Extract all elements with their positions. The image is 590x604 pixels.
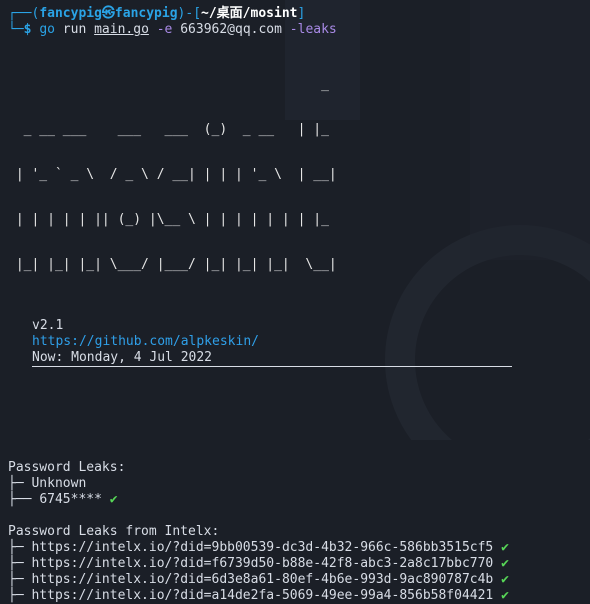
tree-prefix: ├─ bbox=[8, 476, 32, 491]
intelx-link[interactable]: https://intelx.io/?did=f6739d50-b88e-42f… bbox=[31, 556, 493, 571]
prompt-corner-top: ┌──( bbox=[8, 6, 40, 21]
check-icon: ✔ bbox=[501, 588, 509, 603]
terminal-window[interactable]: ┌──(fancypig㉿fancypig)-[~/桌面/mosint] └─$… bbox=[0, 0, 590, 603]
list-item: ├─ https://intelx.io/?did=a14de2fa-5069-… bbox=[8, 588, 582, 604]
command-flag-leaks: -leaks bbox=[289, 22, 337, 37]
prompt-line-1: ┌──(fancypig㉿fancypig)-[~/桌面/mosint] bbox=[8, 6, 582, 22]
check-icon: ✔ bbox=[501, 556, 509, 571]
ascii-line: | '_ ` _ \ / _ \ / __| | | | '_ \ | __| bbox=[8, 167, 337, 182]
now-date-text: Now: Monday, 4 Jul 2022 bbox=[32, 350, 512, 367]
ascii-line: _ __ ___ ___ ___ (_) _ __ | |_ bbox=[8, 122, 329, 137]
leak-text: 6745**** bbox=[39, 492, 102, 507]
now-date: Now: Monday, 4 Jul 2022 bbox=[8, 350, 582, 367]
ascii-line: |_| |_| |_| \___/ |___/ |_| |_| |_| \__| bbox=[8, 257, 337, 272]
list-item: ├─ https://intelx.io/?did=6d3e8a61-80ef-… bbox=[8, 572, 582, 588]
tree-prefix: ├── bbox=[8, 492, 40, 507]
list-item: ├─ https://intelx.io/?did=9bb00539-dc3d-… bbox=[8, 540, 582, 556]
tree-prefix: ├─ bbox=[8, 572, 32, 587]
prompt-user-host: fancypig㉿fancypig bbox=[39, 6, 178, 21]
prompt-close-bracket: ] bbox=[297, 6, 306, 21]
list-item: ├─ Unknown bbox=[8, 476, 582, 492]
leak-text: Unknown bbox=[31, 476, 87, 491]
version-text: v2.1 bbox=[32, 318, 64, 333]
tree-prefix: ├─ bbox=[8, 540, 32, 555]
command-go: go bbox=[39, 22, 55, 37]
ascii-line: | | | | | || (_) |\__ \ | | | | | | | |_ bbox=[8, 212, 329, 227]
list-item: ├─ https://intelx.io/?did=f6739d50-b88e-… bbox=[8, 556, 582, 572]
list-item: ├── 6745**** ✔ bbox=[8, 492, 582, 508]
command-arg-run: run bbox=[62, 22, 87, 37]
command-arg-file: main.go bbox=[94, 22, 149, 37]
intelx-link[interactable]: https://intelx.io/?did=6d3e8a61-80ef-4b6… bbox=[31, 572, 493, 587]
tree-prefix: ├─ bbox=[8, 588, 32, 603]
intelx-link[interactable]: https://intelx.io/?did=a14de2fa-5069-49e… bbox=[31, 588, 493, 603]
command-email: 663962@qq.com bbox=[180, 22, 282, 37]
password-leaks-heading: Password Leaks: bbox=[8, 460, 126, 475]
check-icon: ✔ bbox=[501, 540, 509, 555]
intelx-heading: Password Leaks from Intelx: bbox=[8, 524, 220, 539]
prompt-corner-bottom: └─ bbox=[8, 22, 24, 37]
tree-prefix: ├─ bbox=[8, 556, 32, 571]
prompt-path: ~/桌面/mosint bbox=[201, 6, 298, 21]
prompt-line-2: └─$ go run main.go -e 663962@qq.com -lea… bbox=[8, 22, 582, 38]
intelx-link[interactable]: https://intelx.io/?did=9bb00539-dc3d-4b3… bbox=[31, 540, 493, 555]
mosint-ascii-banner: _ _ __ ___ ___ ___ (_) _ __ | |_ | '_ ` … bbox=[8, 47, 582, 302]
check-icon: ✔ bbox=[501, 572, 509, 587]
prompt-dollar: $ bbox=[23, 22, 32, 37]
ascii-line: _ bbox=[8, 77, 329, 92]
command-flag-e: -e bbox=[156, 22, 173, 37]
check-icon: ✔ bbox=[109, 492, 118, 507]
github-link[interactable]: https://github.com/alpkeskin/ bbox=[8, 334, 582, 350]
prompt-separator: )-[ bbox=[177, 6, 202, 21]
